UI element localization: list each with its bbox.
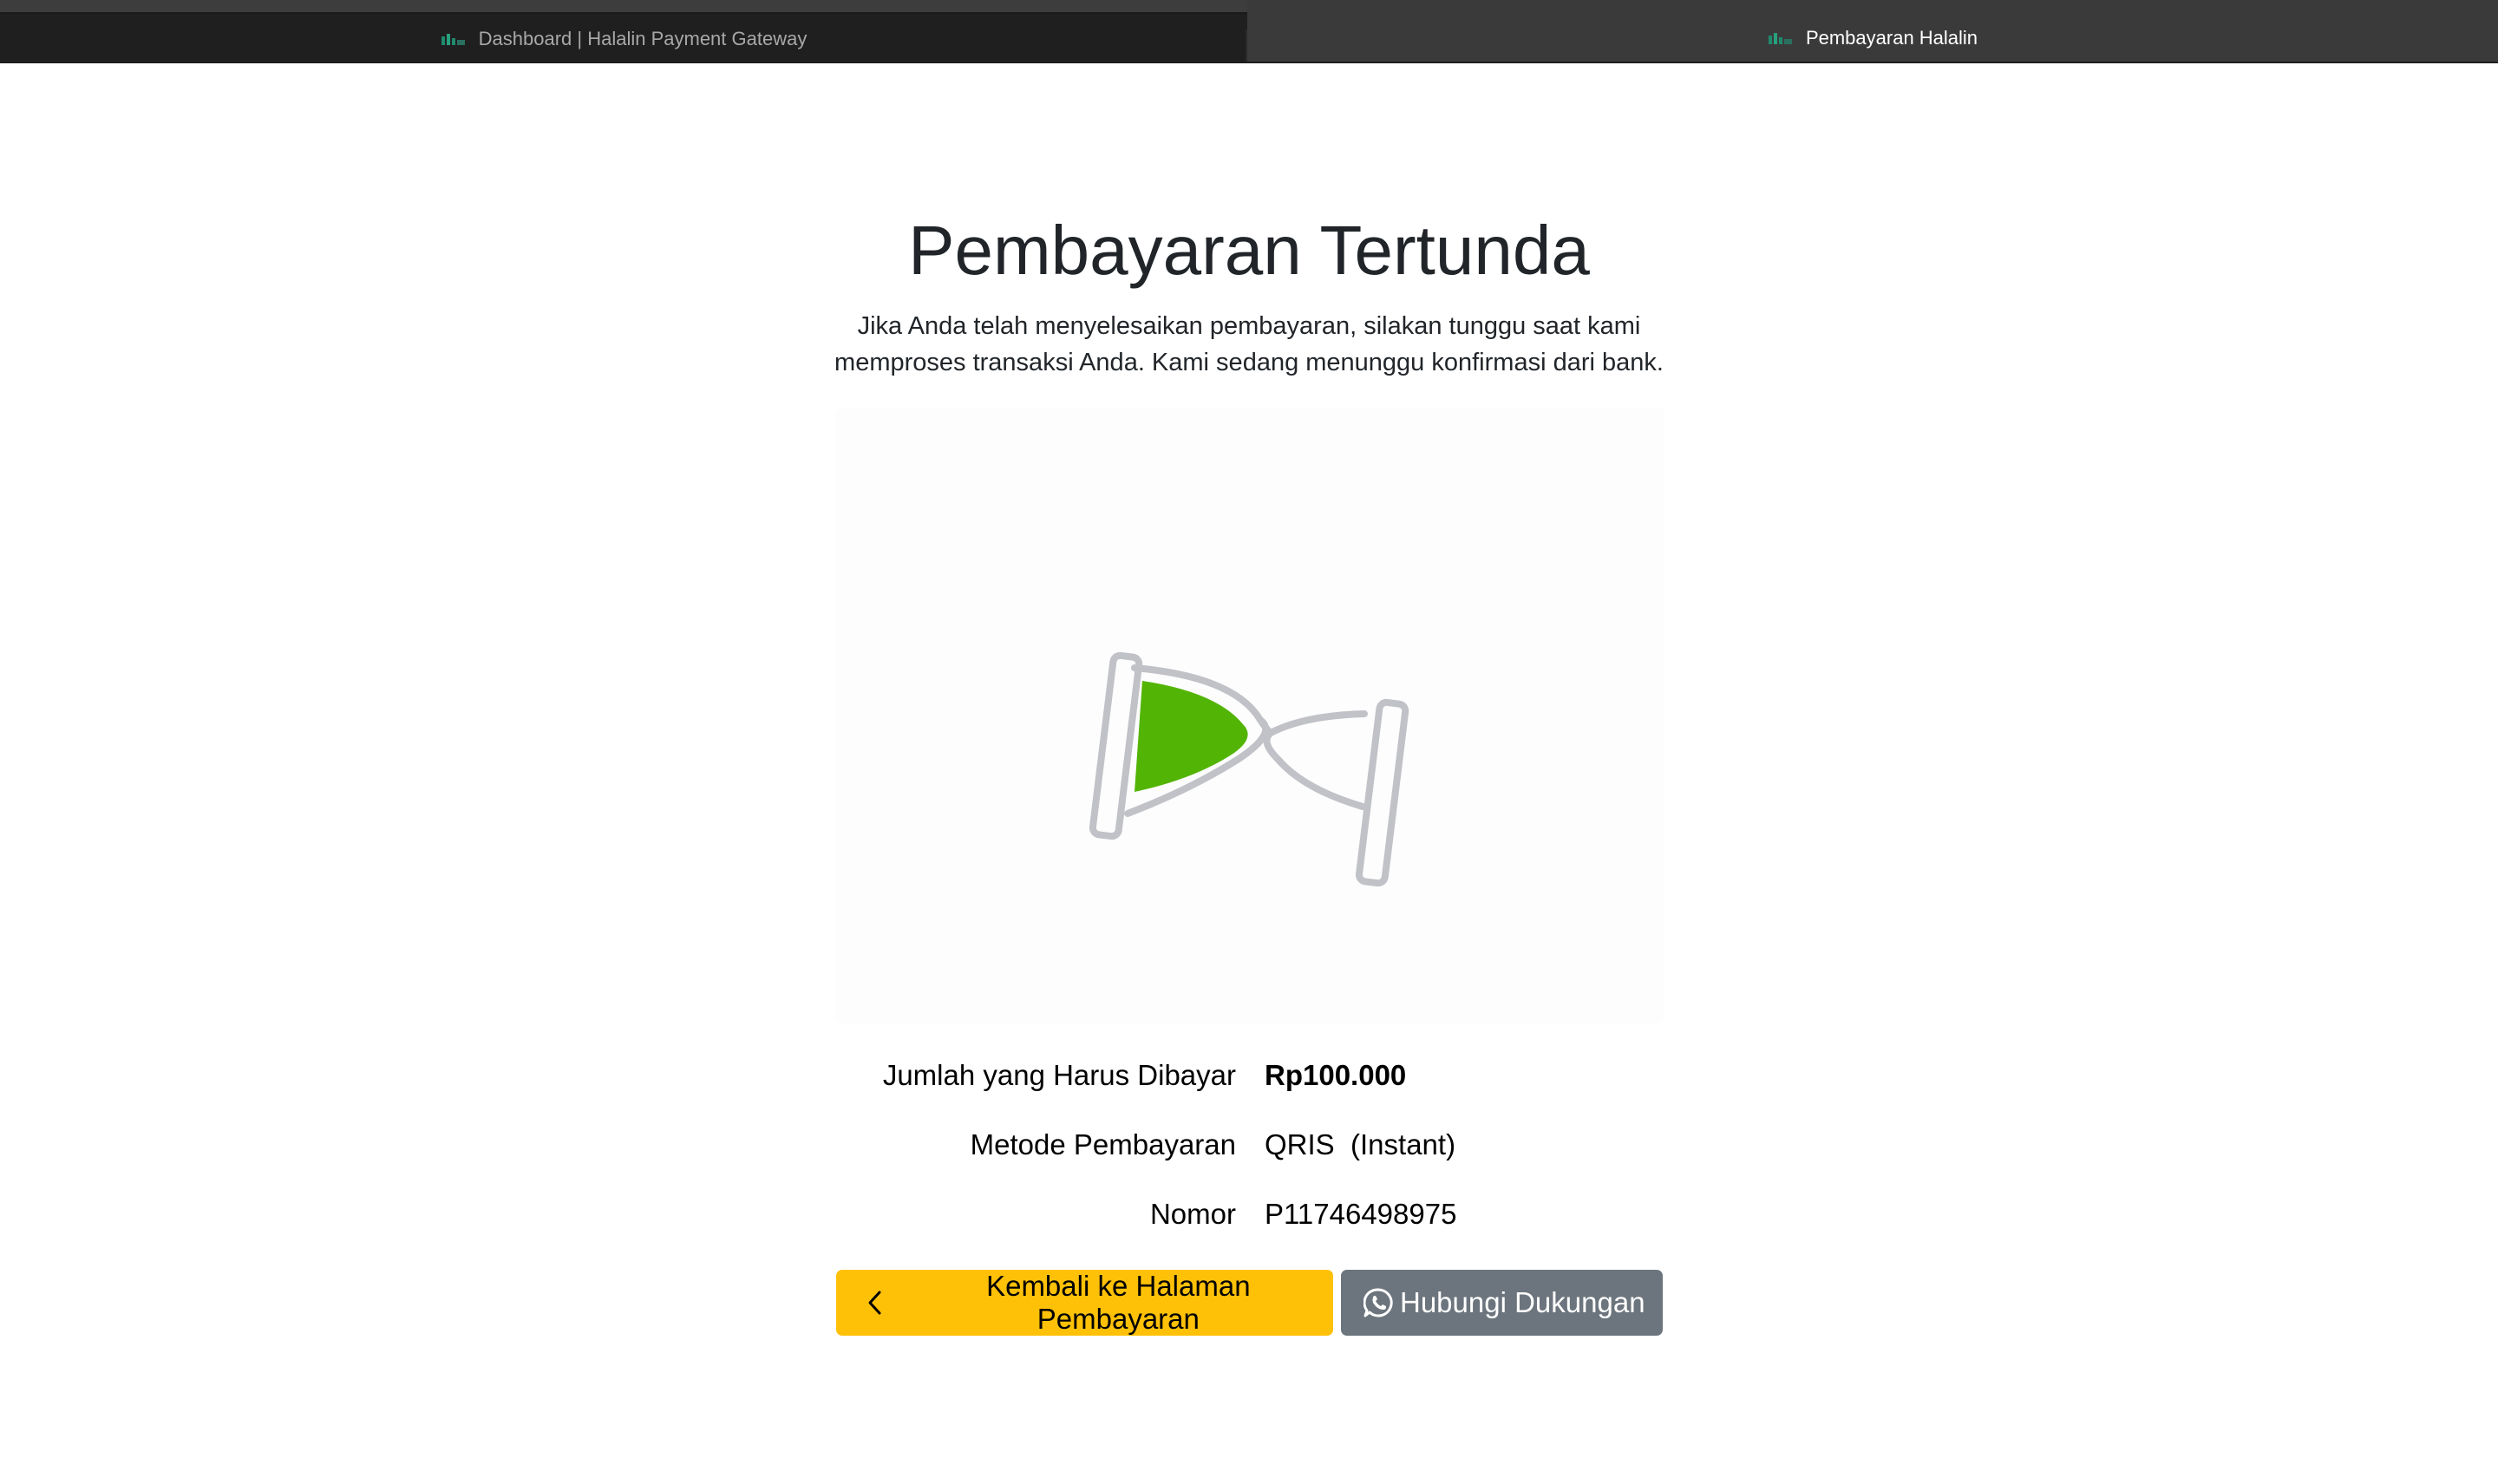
whatsapp-icon — [1363, 1288, 1393, 1317]
contact-support-button[interactable]: Hubungi Dukungan — [1341, 1270, 1663, 1336]
chevron-left-icon — [860, 1288, 890, 1317]
method-label: Metode Pembayaran — [970, 1128, 1236, 1160]
amount-label: Jumlah yang Harus Dibayar — [882, 1059, 1236, 1091]
browser-tabbar: Dashboard | Halalin Payment Gateway Pemb… — [0, 0, 2498, 64]
tab-title: Dashboard | Halalin Payment Gateway — [478, 27, 808, 49]
browser-tab-dashboard[interactable]: Dashboard | Halalin Payment Gateway — [0, 12, 1247, 64]
number-label: Nomor — [1149, 1198, 1236, 1230]
subtitle-line-1: Jika Anda telah menyelesaikan pembayaran… — [857, 312, 1641, 340]
payment-details: Jumlah yang Harus Dibayar Rp100.000 Meto… — [815, 1041, 1683, 1249]
page-subtitle: Jika Anda telah menyelesaikan pembayaran… — [815, 308, 1683, 381]
halalin-logo-icon — [441, 33, 465, 45]
detail-row-amount: Jumlah yang Harus Dibayar Rp100.000 — [815, 1041, 1683, 1110]
back-button-label: Kembali ke Halaman Pembayaran — [986, 1270, 1251, 1335]
amount-value: Rp100.000 — [1265, 1059, 1407, 1091]
number-value: P11746498975 — [1265, 1198, 1457, 1230]
support-button-label: Hubungi Dukungan — [1400, 1286, 1645, 1318]
page-title: Pembayaran Tertunda — [908, 212, 1590, 289]
method-value: QRIS (Instant) — [1265, 1128, 1456, 1160]
back-to-payment-button[interactable]: Kembali ke Halaman Pembayaran — [836, 1270, 1333, 1336]
detail-row-number: Nomor P11746498975 — [815, 1180, 1683, 1249]
subtitle-line-2: memproses transaksi Anda. Kami sedang me… — [834, 349, 1664, 376]
detail-row-method: Metode Pembayaran QRIS (Instant) — [815, 1110, 1683, 1180]
browser-tab-pembayaran[interactable]: Pembayaran Halalin — [1247, 0, 2498, 63]
tab-title: Pembayaran Halalin — [1805, 26, 1978, 49]
page-content: Pembayaran Tertunda Jika Anda telah meny… — [0, 63, 2498, 1484]
pending-illustration — [835, 408, 1664, 1023]
action-buttons: Kembali ke Halaman Pembayaran Hubungi Du… — [836, 1270, 1663, 1336]
halalin-logo-icon — [1768, 32, 1792, 44]
hourglass-icon — [1089, 651, 1409, 887]
